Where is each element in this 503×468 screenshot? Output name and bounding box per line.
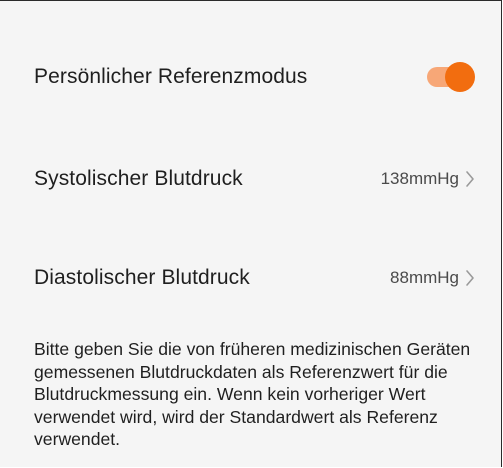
reference-mode-label: Persönlicher Referenzmodus <box>34 65 308 88</box>
chevron-right-icon <box>466 171 474 187</box>
chevron-right-icon <box>466 270 474 286</box>
reference-settings-screen: Persönlicher Referenzmodus Systolischer … <box>0 0 502 467</box>
diastolic-row[interactable]: Diastolischer Blutdruck 88mmHg <box>0 252 501 304</box>
diastolic-value: 88mmHg <box>390 268 459 287</box>
reference-mode-row[interactable]: Persönlicher Referenzmodus <box>0 51 501 103</box>
systolic-value: 138mmHg <box>380 169 459 188</box>
systolic-row[interactable]: Systolischer Blutdruck 138mmHg <box>0 153 501 205</box>
diastolic-label: Diastolischer Blutdruck <box>34 266 250 289</box>
toggle-knob <box>445 62 475 92</box>
reference-mode-toggle[interactable] <box>425 62 475 92</box>
systolic-label: Systolischer Blutdruck <box>34 167 243 190</box>
reference-description: Bitte geben Sie die von früheren medizin… <box>34 339 471 449</box>
